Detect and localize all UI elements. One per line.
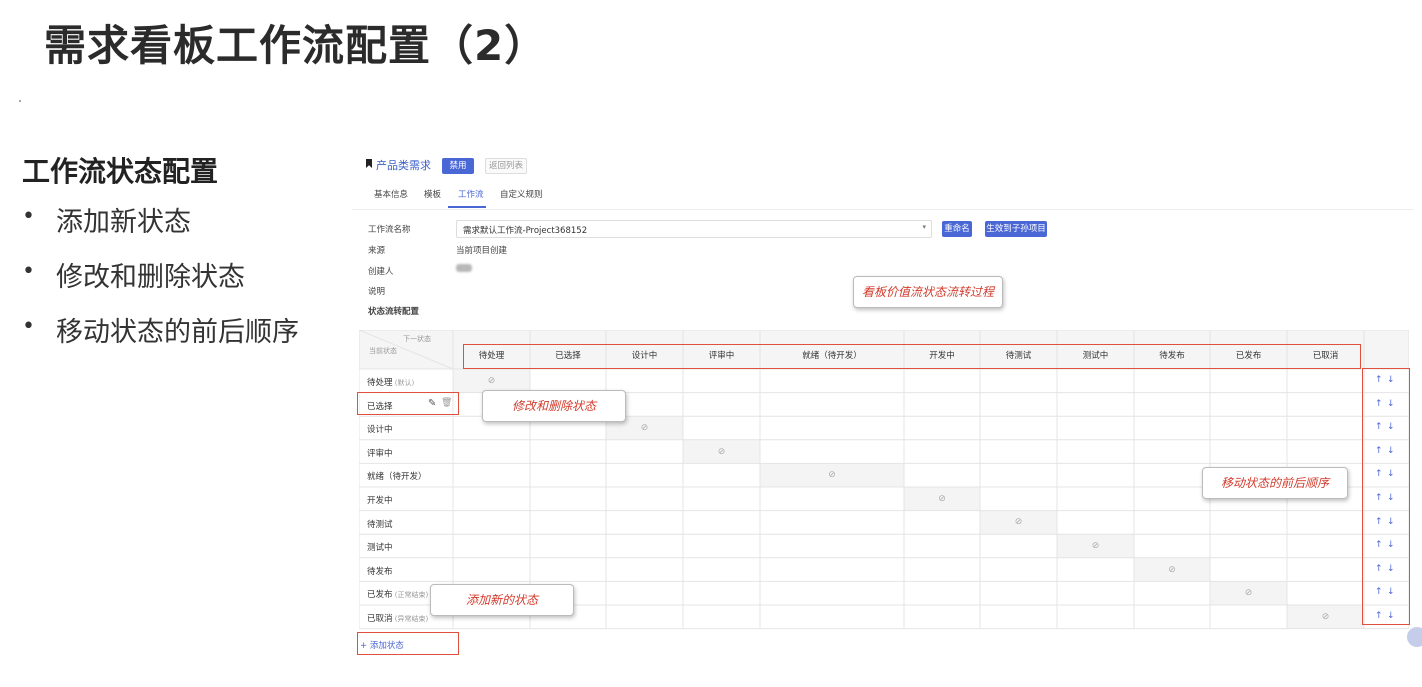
row-state-name: 测试中	[367, 543, 393, 554]
bullet-dot-icon: •	[22, 314, 35, 339]
disabled-transition-icon: ⊘	[1244, 588, 1253, 599]
row-state-label[interactable]: 测试中	[367, 541, 393, 553]
row-state-label[interactable]: 设计中	[367, 423, 393, 435]
row-state-name: 待测试	[367, 519, 393, 530]
workflow-select[interactable]: 需求默认工作流-Project368152 ▾	[456, 220, 932, 238]
row-state-name: 开发中	[367, 496, 393, 506]
disabled-transition-icon: ⊘	[1321, 611, 1330, 622]
disabled-transition-icon: ⊘	[640, 423, 649, 433]
apply-to-children-button[interactable]: 生效到子孙项目	[985, 221, 1047, 237]
bullet-dot-icon: •	[22, 259, 35, 284]
disabled-transition-icon: ⊘	[487, 375, 496, 386]
disabled-transition-icon: ⊘	[938, 493, 946, 504]
row-state-label[interactable]: 已发布 (正常结束)	[367, 588, 428, 600]
slide-title: 需求看板工作流配置（2）	[44, 21, 548, 70]
transition-config-label: 状态流转配置	[368, 307, 420, 317]
row-state-name: 评审中	[367, 448, 393, 459]
row-state-tag: (默认)	[392, 379, 415, 387]
row-state-name: 就绪（待开发）	[367, 472, 427, 483]
back-to-list-button[interactable]: 返回列表	[485, 158, 527, 174]
tab-basic-info[interactable]: 基本信息	[374, 188, 408, 200]
bullet-list: • 添加新状态 • 修改和删除状态 • 移动状态的前后顺序	[22, 200, 299, 365]
bullet-item: • 移动状态的前后顺序	[22, 310, 299, 365]
row-state-name: 已取消	[367, 614, 393, 624]
row-state-label[interactable]: 评审中	[367, 447, 393, 459]
row-state-name: 待处理	[367, 378, 393, 388]
corner-current-label: 当前状态	[369, 347, 397, 355]
row-state-label[interactable]: 待处理 (默认)	[367, 376, 414, 388]
move-arrows-highlight-box	[1362, 368, 1410, 625]
callout-move-order-text: 移动状态的前后顺序	[1220, 476, 1329, 490]
callout-move-order: 移动状态的前后顺序	[1202, 467, 1348, 499]
callout-add-new: 添加新的状态	[430, 584, 574, 616]
tab-custom-rules[interactable]: 自定义规则	[500, 188, 543, 200]
callout-value-flow-text: 看板价值流状态流转过程	[861, 285, 994, 299]
decorative-dot	[19, 100, 21, 102]
bookmark-icon	[366, 159, 372, 168]
disabled-transition-icon: ⊘	[828, 470, 836, 481]
bullet-text: 添加新状态	[56, 207, 191, 238]
disabled-transition-icon: ⊘	[717, 446, 726, 457]
tab-workflow[interactable]: 工作流	[458, 188, 484, 200]
workflow-name-label: 工作流名称	[368, 225, 411, 235]
bullet-text: 移动状态的前后顺序	[56, 317, 299, 348]
callout-edit-delete-text: 修改和删除状态	[511, 399, 596, 413]
callout-value-flow: 看板价值流状态流转过程	[853, 276, 1003, 308]
product-name: 产品类需求	[376, 159, 431, 172]
row-state-label[interactable]: 开发中	[367, 494, 393, 506]
disabled-transition-icon: ⊘	[1168, 564, 1176, 575]
help-float-button[interactable]	[1407, 627, 1422, 647]
bullet-text: 修改和删除状态	[56, 262, 245, 293]
source-label: 来源	[368, 246, 386, 256]
corner-next-label: 下一状态	[403, 335, 431, 343]
bullet-item: • 修改和删除状态	[22, 255, 299, 310]
rename-button[interactable]: 重命名	[942, 221, 972, 237]
active-tab-indicator	[448, 206, 486, 208]
row-state-name: 设计中	[367, 425, 393, 436]
disabled-transition-icon: ⊘	[1014, 517, 1023, 528]
creator-avatar	[456, 264, 472, 272]
disabled-transition-icon: ⊘	[1091, 541, 1100, 551]
callout-edit-delete: 修改和删除状态	[482, 390, 626, 422]
creator-label: 创建人	[368, 267, 394, 277]
tab-divider	[352, 209, 1414, 210]
bullet-dot-icon: •	[22, 204, 35, 229]
row-state-label[interactable]: 待测试	[367, 518, 393, 530]
row-state-label[interactable]: 待发布	[367, 565, 393, 577]
row-state-name: 已发布	[367, 590, 393, 601]
callout-add-new-text: 添加新的状态	[465, 593, 538, 607]
row-state-tag: (正常结束)	[392, 591, 429, 600]
disable-button[interactable]: 禁用	[442, 158, 474, 174]
source-value: 当前项目创建	[456, 246, 508, 256]
workflow-select-value: 需求默认工作流-Project368152	[463, 226, 588, 236]
add-state-highlight-box	[357, 632, 459, 655]
row-state-tag: (异常结束)	[392, 615, 429, 623]
section-title: 工作流状态配置	[22, 155, 219, 188]
tab-template[interactable]: 模板	[424, 188, 441, 200]
bullet-item: • 添加新状态	[22, 200, 299, 255]
chevron-down-icon: ▾	[922, 223, 926, 231]
row-state-label[interactable]: 就绪（待开发）	[367, 470, 427, 482]
row-edit-highlight-box	[357, 392, 459, 415]
row-state-label[interactable]: 已取消 (异常结束)	[367, 612, 428, 624]
row-state-name: 待发布	[367, 566, 393, 577]
description-label: 说明	[368, 287, 386, 297]
columns-highlight-box	[463, 344, 1361, 369]
